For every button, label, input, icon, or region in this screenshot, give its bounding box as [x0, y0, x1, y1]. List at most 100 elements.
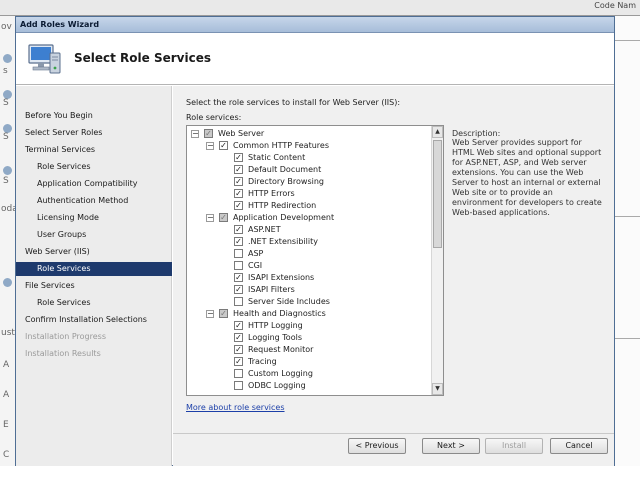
background-fragment: S	[3, 132, 9, 142]
checkbox-checked[interactable]: ✓	[219, 141, 228, 150]
background-fragment: A	[3, 360, 10, 370]
tree-item-web-server[interactable]: − ✓ Web Server	[191, 128, 441, 140]
checkbox-checked[interactable]: ✓	[234, 237, 243, 246]
checkbox-unchecked[interactable]	[234, 297, 243, 306]
cancel-button[interactable]: Cancel	[550, 438, 608, 454]
tree-scrollbar[interactable]: ▲ ▼	[431, 126, 443, 395]
checkbox-partial[interactable]: ✓	[219, 213, 228, 222]
tree-item-request-monitor[interactable]: ✓ Request Monitor	[191, 344, 441, 356]
collapse-icon[interactable]: −	[206, 142, 214, 150]
tree-item-application-development[interactable]: − ✓ Application Development	[191, 212, 441, 224]
scroll-down-arrow-icon[interactable]: ▼	[432, 383, 443, 395]
nav-item-fs-role-services[interactable]: Role Services	[16, 296, 172, 310]
tree-item-tracing[interactable]: ✓ Tracing	[191, 356, 441, 368]
nav-item-select-server-roles[interactable]: Select Server Roles	[16, 126, 172, 140]
scrollbar-thumb[interactable]	[433, 140, 442, 248]
tree-item-server-side-includes[interactable]: Server Side Includes	[191, 296, 441, 308]
tree-item-http-redirection[interactable]: ✓ HTTP Redirection	[191, 200, 441, 212]
nav-item-ts-role-services[interactable]: Role Services	[16, 160, 172, 174]
nav-item-before-you-begin[interactable]: Before You Begin	[16, 109, 172, 123]
install-button: Install	[485, 438, 543, 454]
tree-item-logging-tools[interactable]: ✓ Logging Tools	[191, 332, 441, 344]
nav-item-installation-progress: Installation Progress	[25, 332, 106, 341]
background-fragment: C	[3, 450, 10, 460]
checkbox-checked[interactable]: ✓	[234, 165, 243, 174]
nav-item-user-groups[interactable]: User Groups	[16, 228, 172, 242]
nav-item-licensing-mode[interactable]: Licensing Mode	[16, 211, 172, 225]
instruction-text: Select the role services to install for …	[186, 98, 401, 107]
collapse-icon[interactable]: −	[206, 214, 214, 222]
nav-item-confirm-installation[interactable]: Confirm Installation Selections	[16, 313, 172, 327]
page-title: Select Role Services	[74, 51, 212, 65]
checkbox-checked[interactable]: ✓	[234, 345, 243, 354]
checkbox-checked[interactable]: ✓	[234, 225, 243, 234]
tree-item-odbc-logging[interactable]: ODBC Logging	[191, 380, 441, 392]
tree-item-http-errors[interactable]: ✓ HTTP Errors	[191, 188, 441, 200]
background-divider	[614, 338, 640, 339]
collapse-icon[interactable]: −	[206, 310, 214, 318]
previous-button[interactable]: < Previous	[348, 438, 406, 454]
wizard-header: Select Role Services	[16, 33, 614, 85]
tree-item-http-logging[interactable]: ✓ HTTP Logging	[191, 320, 441, 332]
checkbox-checked[interactable]: ✓	[234, 333, 243, 342]
checkbox-unchecked[interactable]	[234, 249, 243, 258]
checkbox-checked[interactable]: ✓	[234, 357, 243, 366]
nav-item-authentication-method[interactable]: Authentication Method	[16, 194, 172, 208]
background-code-name-label: Code Nam	[594, 1, 636, 10]
background-window-bottom	[0, 466, 640, 484]
background-window-left-edge: ov s S S S oda ust A A E C	[0, 16, 18, 466]
background-fragment: ust	[1, 328, 15, 338]
background-divider	[614, 216, 640, 217]
checkbox-checked[interactable]: ✓	[234, 189, 243, 198]
tree-item-default-document[interactable]: ✓ Default Document	[191, 164, 441, 176]
description-text: Web Server provides support for HTML Web…	[452, 138, 602, 217]
background-fragment: E	[3, 420, 9, 430]
tree-item-cgi[interactable]: CGI	[191, 260, 441, 272]
checkbox-checked[interactable]: ✓	[234, 273, 243, 282]
background-window-right-edge	[614, 16, 640, 466]
tree-item-net-extensibility[interactable]: ✓ .NET Extensibility	[191, 236, 441, 248]
checkbox-unchecked[interactable]	[234, 381, 243, 390]
checkbox-partial[interactable]: ✓	[204, 129, 213, 138]
scroll-up-arrow-icon[interactable]: ▲	[432, 126, 443, 138]
checkbox-checked[interactable]: ✓	[234, 153, 243, 162]
checkbox-unchecked[interactable]	[234, 261, 243, 270]
background-fragment: s	[3, 66, 8, 76]
nav-item-installation-results: Installation Results	[25, 349, 101, 358]
checkbox-partial[interactable]: ✓	[219, 309, 228, 318]
more-about-role-services-link[interactable]: More about role services	[186, 403, 285, 412]
background-divider	[614, 40, 640, 41]
nav-item-file-services[interactable]: File Services	[16, 279, 172, 293]
background-fragment: A	[3, 390, 10, 400]
checkbox-checked[interactable]: ✓	[234, 177, 243, 186]
nav-item-iis-role-services[interactable]: Role Services	[16, 262, 172, 276]
tree-item-custom-logging[interactable]: Custom Logging	[191, 368, 441, 380]
background-icon	[3, 54, 12, 63]
role-services-tree[interactable]: − ✓ Web Server − ✓ Common HTTP Features …	[186, 125, 444, 396]
tree-item-isapi-filters[interactable]: ✓ ISAPI Filters	[191, 284, 441, 296]
tree-item-health-and-diagnostics[interactable]: − ✓ Health and Diagnostics	[191, 308, 441, 320]
checkbox-checked[interactable]: ✓	[234, 201, 243, 210]
description-label: Description:	[452, 129, 501, 138]
background-icon	[3, 278, 12, 287]
checkbox-checked[interactable]: ✓	[234, 321, 243, 330]
nav-item-application-compatibility[interactable]: Application Compatibility	[16, 177, 172, 191]
checkbox-unchecked[interactable]	[234, 369, 243, 378]
tree-item-common-http-features[interactable]: − ✓ Common HTTP Features	[191, 140, 441, 152]
server-computer-icon	[28, 44, 61, 74]
footer-divider	[173, 433, 614, 434]
tree-item-asp[interactable]: ASP	[191, 248, 441, 260]
collapse-icon[interactable]: −	[191, 130, 199, 138]
checkbox-checked[interactable]: ✓	[234, 285, 243, 294]
tree-item-directory-browsing[interactable]: ✓ Directory Browsing	[191, 176, 441, 188]
tree-item-static-content[interactable]: ✓ Static Content	[191, 152, 441, 164]
tree-item-asp-net[interactable]: ✓ ASP.NET	[191, 224, 441, 236]
background-fragment: S	[3, 98, 9, 108]
nav-item-terminal-services[interactable]: Terminal Services	[16, 143, 172, 157]
tree-item-isapi-extensions[interactable]: ✓ ISAPI Extensions	[191, 272, 441, 284]
background-fragment: ov	[1, 22, 12, 32]
role-services-label: Role services:	[186, 113, 242, 122]
next-button[interactable]: Next >	[422, 438, 480, 454]
window-title-bar[interactable]: Add Roles Wizard	[16, 17, 614, 33]
nav-item-web-server-iis[interactable]: Web Server (IIS)	[16, 245, 172, 259]
